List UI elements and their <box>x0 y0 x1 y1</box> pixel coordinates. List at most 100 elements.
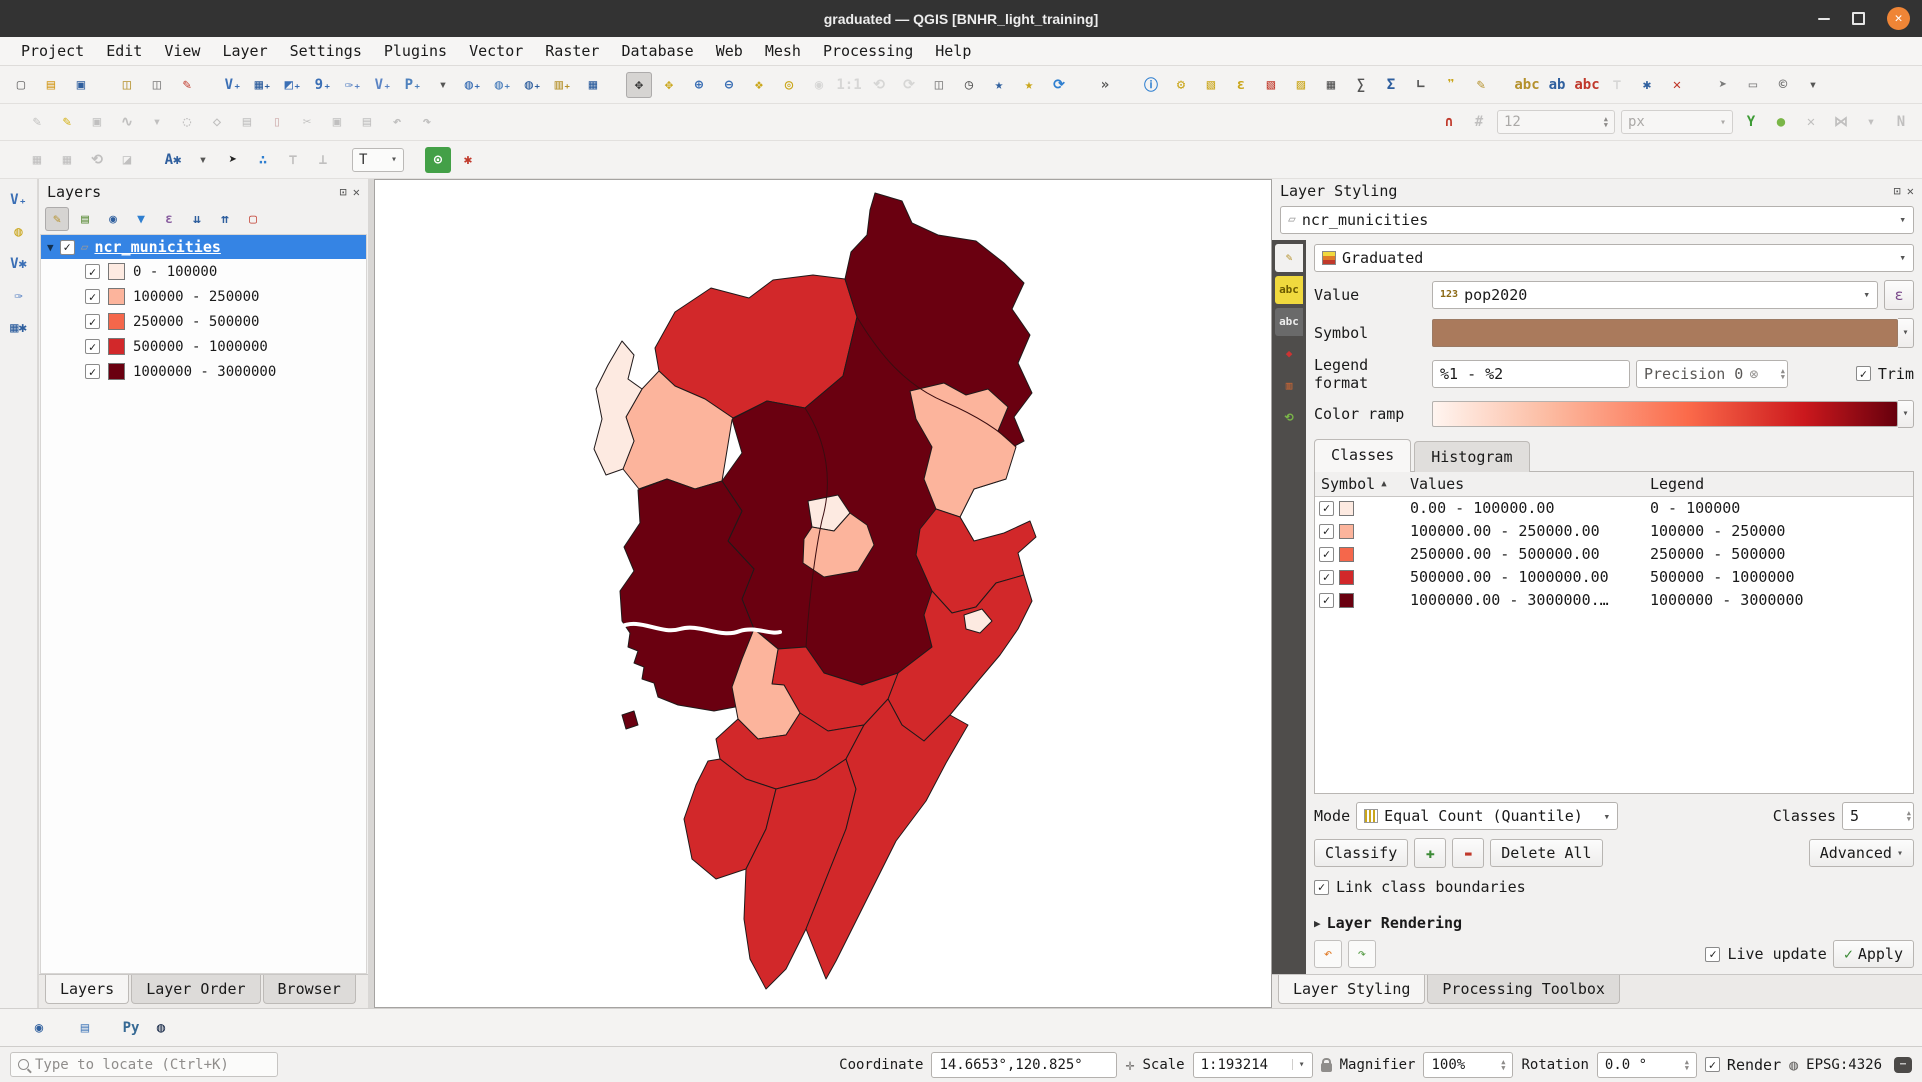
digitize-shape-icon[interactable]: ∴ <box>250 147 276 173</box>
collapse-arrow-icon[interactable]: ▶ <box>1314 917 1321 930</box>
digitize-menu-arrow-icon[interactable]: ▾ <box>144 109 170 135</box>
classes-count-spinbox[interactable]: 5 ▲ ▼ <box>1842 802 1914 831</box>
classes-table-row[interactable]: ✓ 100000.00 - 250000.00 100000 - 250000 <box>1315 520 1913 543</box>
map-canvas[interactable] <box>374 179 1272 1008</box>
class-color-swatch[interactable] <box>108 288 125 305</box>
collapse-all-icon[interactable]: ⇈ <box>213 207 237 231</box>
float-panel-icon[interactable]: ⊡ <box>1894 184 1901 198</box>
data-source-manager-icon[interactable]: V₊ <box>220 72 246 98</box>
style-manager-icon[interactable]: ✎ <box>174 72 200 98</box>
osm-place-search-icon[interactable]: ⊙ <box>425 146 451 173</box>
zoom-in-icon[interactable]: ⊕ <box>686 72 712 98</box>
avoid-intersections-icon[interactable]: ● <box>1768 109 1794 135</box>
layer-visibility-checkbox[interactable]: ✓ <box>59 239 75 255</box>
toolbar-overflow-icon[interactable]: » <box>1092 72 1118 98</box>
show-layout-manager-icon[interactable]: ◫ <box>144 72 170 98</box>
class-visibility-checkbox[interactable]: ✓ <box>85 339 100 354</box>
layout-extras-icon[interactable]: ▾ <box>1800 72 1826 98</box>
add-spatialite-layer-icon[interactable]: V₊ <box>370 72 396 98</box>
current-edits-icon[interactable]: ✎ <box>24 109 50 135</box>
menu-item[interactable]: Help <box>924 40 982 62</box>
renderer-combo[interactable]: Graduated ▾ <box>1314 243 1914 272</box>
add-wcs-layer-icon[interactable]: ◍₊ <box>520 72 546 98</box>
close-panel-icon[interactable]: ✕ <box>353 185 360 199</box>
map-tips-icon[interactable]: ❞ <box>1438 72 1464 98</box>
magnifier-spinbox[interactable]: 100% ▲ ▼ <box>1423 1051 1514 1078</box>
maximize-button[interactable] <box>1852 12 1865 25</box>
clear-highlight-icon[interactable]: ✕ <box>1664 72 1690 98</box>
dock-tab[interactable]: Layer Styling <box>1278 975 1426 1005</box>
menu-item[interactable]: View <box>153 40 211 62</box>
new-geopackage-layer-icon[interactable]: ✑ <box>6 283 32 309</box>
decorations-icon[interactable]: ✱ <box>1634 72 1660 98</box>
save-layer-edits-icon[interactable]: ▣ <box>84 109 110 135</box>
row-checkbox[interactable]: ✓ <box>1319 546 1334 562</box>
add-class-button[interactable]: ✚ <box>1414 838 1447 869</box>
remove-layer-icon[interactable]: ▢ <box>241 207 265 231</box>
enable-tracing-icon[interactable]: Y <box>1738 109 1764 135</box>
symbol-dropdown-icon[interactable]: ▾ <box>1898 317 1914 348</box>
legend-class-row[interactable]: ✓ 500000 - 1000000 <box>41 334 366 359</box>
pan-map-icon[interactable]: ✥ <box>626 71 652 98</box>
render-checkbox[interactable]: ✓ <box>1704 1057 1720 1072</box>
select-all-features-icon[interactable]: ▨ <box>1288 72 1314 98</box>
link-class-boundaries-checkbox[interactable]: ✓ <box>1314 879 1329 895</box>
menu-item[interactable]: Raster <box>534 40 610 62</box>
rotate-label-icon[interactable]: ⟲ <box>84 147 110 173</box>
port-pier-polygon[interactable] <box>621 710 639 730</box>
class-color-swatch[interactable] <box>108 338 125 355</box>
class-color-swatch[interactable] <box>108 313 125 330</box>
pin-labels-icon[interactable]: ⊤ <box>1604 72 1630 98</box>
change-label-properties-icon[interactable]: ◪ <box>114 147 140 173</box>
spin-arrows-icon[interactable]: ▲ ▼ <box>1604 116 1608 129</box>
topological-editing-icon[interactable]: ⋈ <box>1828 109 1854 135</box>
row-checkbox[interactable]: ✓ <box>1319 500 1334 516</box>
add-record-icon[interactable]: ◌ <box>174 109 200 135</box>
row-color-swatch[interactable] <box>1339 523 1354 539</box>
spin-arrows-icon[interactable]: ▲ ▼ <box>1907 810 1911 823</box>
zoom-next-icon[interactable]: ⟳ <box>896 72 922 98</box>
label-menu-arrow-icon[interactable]: ▾ <box>190 147 216 173</box>
expand-arrow-icon[interactable]: ▼ <box>47 241 54 254</box>
snapping-magnet-icon[interactable]: ∩ <box>1436 109 1462 135</box>
deselect-features-icon[interactable]: ▧ <box>1258 72 1284 98</box>
refresh-map-icon[interactable]: ⟳ <box>1046 72 1072 98</box>
class-color-swatch[interactable] <box>108 363 125 380</box>
color-ramp-dropdown-icon[interactable]: ▾ <box>1898 399 1914 428</box>
view-3d-tab-icon[interactable]: ◆ <box>1275 340 1303 368</box>
select-cursor-icon[interactable]: ➤ <box>220 147 246 173</box>
mode-combo[interactable]: Equal Count (Quantile) ▾ <box>1356 802 1619 831</box>
dock-tab[interactable]: Browser <box>262 975 356 1004</box>
precision-spinbox[interactable]: Precision 0 ⊗ ▲ ▼ <box>1636 359 1788 388</box>
add-arcgis-layer-icon[interactable]: ◍₊ <box>490 72 516 98</box>
show-hidden-labels-icon[interactable]: ⊥ <box>310 147 336 173</box>
styling-layer-selector[interactable]: ▱ ncr_municities ▾ <box>1280 205 1914 234</box>
menu-item[interactable]: Edit <box>95 40 153 62</box>
classes-table-row[interactable]: ✓ 250000.00 - 500000.00 250000 - 500000 <box>1315 543 1913 566</box>
panel-tab[interactable]: Histogram <box>1414 440 1530 472</box>
new-print-layout-icon[interactable]: ◫ <box>114 72 140 98</box>
close-panel-icon[interactable]: ✕ <box>1907 184 1914 198</box>
select-features-icon[interactable]: ▧ <box>1198 72 1224 98</box>
text-annotation-combo[interactable]: T ▾ <box>352 147 404 172</box>
pan-to-selection-icon[interactable]: ✥ <box>656 72 682 98</box>
undo-icon[interactable]: ↶ <box>384 109 410 135</box>
trim-checkbox[interactable]: ✓ <box>1855 366 1871 382</box>
live-update-checkbox[interactable]: ✓ <box>1705 946 1721 962</box>
class-visibility-checkbox[interactable]: ✓ <box>85 289 100 304</box>
rotation-spinbox[interactable]: 0.0 ° ▲ ▼ <box>1596 1051 1697 1078</box>
filter-expression-icon[interactable]: ε <box>157 207 181 231</box>
apply-button[interactable]: ✓ Apply <box>1832 940 1914 969</box>
metasearch-icon[interactable]: ◉ <box>26 1015 52 1041</box>
menu-item[interactable]: Web <box>705 40 754 62</box>
locator-search-input[interactable]: Type to locate (Ctrl+K) <box>10 1052 278 1077</box>
zoom-out-icon[interactable]: ⊖ <box>716 72 742 98</box>
run-feature-action-icon[interactable]: ⚙ <box>1168 72 1194 98</box>
new-spatial-bookmark-icon[interactable]: ★ <box>986 72 1012 98</box>
legend-class-row[interactable]: ✓ 100000 - 250000 <box>41 284 366 309</box>
measure-icon[interactable]: ∟ <box>1408 72 1434 98</box>
class-visibility-checkbox[interactable]: ✓ <box>85 364 100 379</box>
digitize-with-segment-icon[interactable]: ∿ <box>114 109 140 135</box>
new-project-icon[interactable]: ▢ <box>8 72 34 98</box>
label-rules-icon[interactable]: abc <box>1574 72 1600 98</box>
